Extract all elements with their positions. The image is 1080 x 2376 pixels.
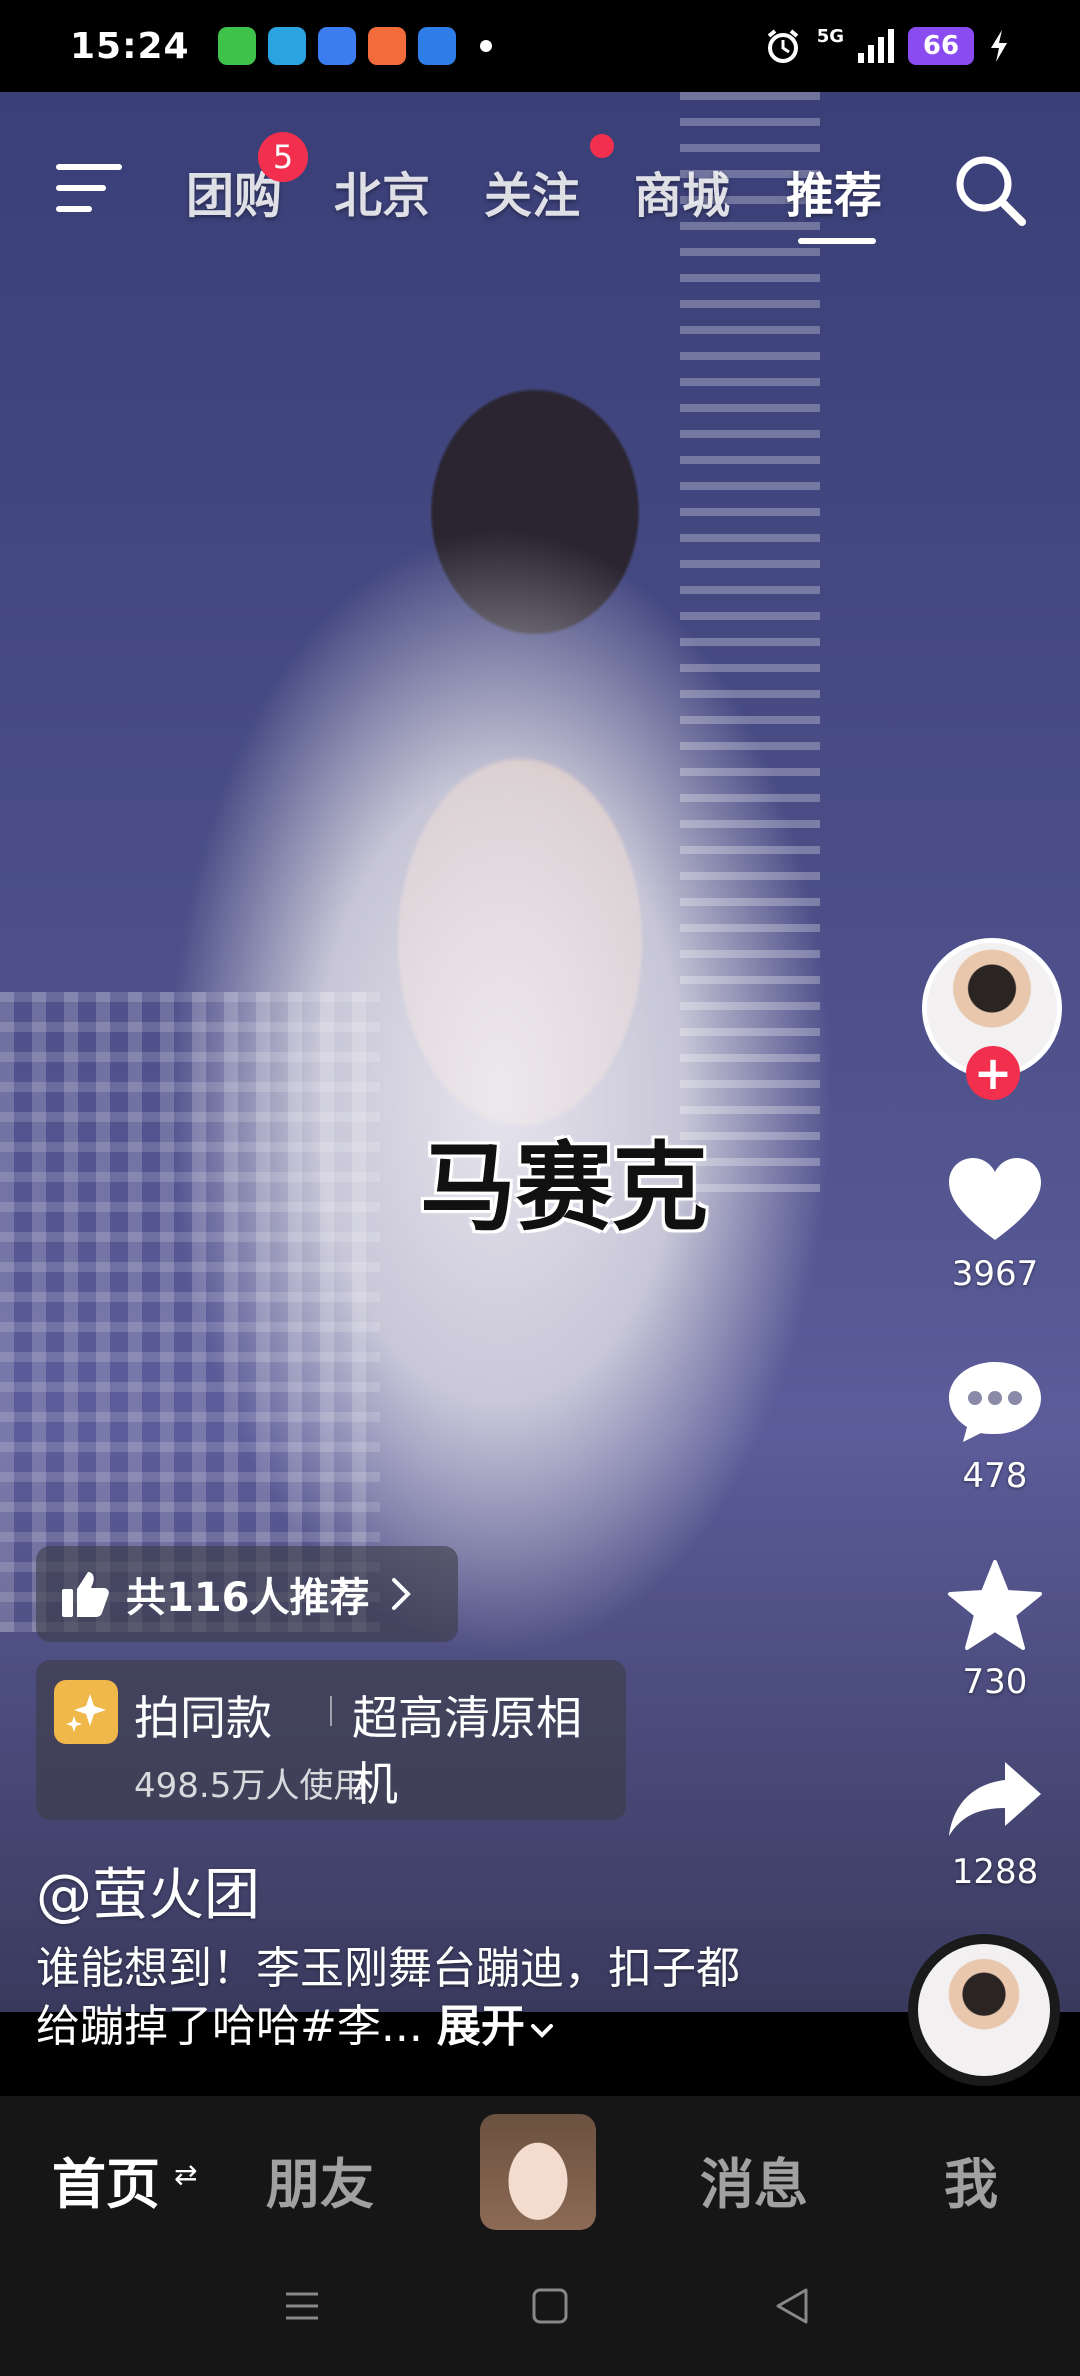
signal-icon xyxy=(858,29,894,63)
comment-action[interactable]: 478 xyxy=(930,1356,1060,1496)
status-bar: 15:24 5G 66 xyxy=(0,0,1080,92)
star-icon[interactable] xyxy=(945,1558,1045,1652)
tab-recommend[interactable]: 推荐 xyxy=(786,156,882,226)
status-indicators: 5G 66 xyxy=(763,26,1010,66)
chevron-right-icon xyxy=(391,1578,411,1610)
following-badge-dot xyxy=(590,134,614,158)
tab-beijing[interactable]: 北京 xyxy=(334,156,430,226)
tab-following[interactable]: 关注 xyxy=(484,156,580,226)
files-icon xyxy=(317,27,356,65)
bottom-tab-bar: 首页 ⇄ 朋友 消息 我 xyxy=(0,2096,1080,2246)
like-action[interactable]: 3967 xyxy=(930,1154,1060,1294)
comment-count: 478 xyxy=(962,1456,1028,1496)
center-avatar-button[interactable] xyxy=(480,2114,596,2230)
home-icon[interactable] xyxy=(530,2286,570,2326)
tab-messages[interactable]: 消息 xyxy=(700,2140,808,2219)
status-app-icons xyxy=(217,27,492,65)
background-building xyxy=(680,92,820,1192)
recommend-label: 共116人推荐 xyxy=(126,1575,370,1621)
telegram-icon xyxy=(267,27,306,65)
alarm-icon xyxy=(767,29,798,63)
template-card[interactable]: 拍同款 超高清原相机 498.5万人使用 xyxy=(36,1660,626,1820)
video-caption: 马赛克 xyxy=(420,1131,708,1244)
share-count: 1288 xyxy=(951,1852,1039,1892)
chevron-down-icon[interactable] xyxy=(529,2021,555,2041)
music-disc[interactable] xyxy=(918,1944,1050,2076)
share-icon[interactable] xyxy=(945,1756,1045,1842)
group-buy-badge: 5 xyxy=(258,132,308,182)
heart-icon[interactable] xyxy=(945,1154,1045,1244)
template-desc: 超高清原相机 xyxy=(352,1691,582,1811)
notification-dot-icon xyxy=(479,40,492,52)
share-action[interactable]: 1288 xyxy=(930,1756,1060,1892)
charging-icon xyxy=(991,30,1007,62)
favorite-count: 730 xyxy=(962,1662,1028,1702)
browser-icon xyxy=(417,27,456,65)
battery-indicator: 66 xyxy=(908,27,974,65)
status-time: 15:24 xyxy=(70,25,190,67)
weibo-icon xyxy=(367,27,406,65)
tab-me[interactable]: 我 xyxy=(944,2140,998,2219)
recommend-pill[interactable]: 共116人推荐 xyxy=(36,1546,458,1642)
network-type: 5G xyxy=(816,25,844,47)
tab-home[interactable]: 首页 xyxy=(52,2140,160,2219)
wechat-icon xyxy=(217,27,256,65)
tab-friends[interactable]: 朋友 xyxy=(266,2140,374,2219)
post-description-text: 谁能想到！李玉刚舞台蹦迪，扣子都给蹦掉了哈哈#李... xyxy=(36,1943,740,2052)
thumbs-up-icon xyxy=(62,1572,109,1617)
expand-label[interactable]: 展开 xyxy=(437,2001,525,2052)
template-name: 拍同款 xyxy=(134,1691,272,1745)
author-name[interactable]: @萤火团 xyxy=(36,1850,260,1931)
favorite-action[interactable]: 730 xyxy=(930,1558,1060,1702)
like-count: 3967 xyxy=(951,1254,1039,1294)
search-icon[interactable] xyxy=(952,152,1028,228)
active-tab-indicator xyxy=(798,238,876,244)
template-usage: 498.5万人使用 xyxy=(134,1766,368,1806)
tab-mall[interactable]: 商城 xyxy=(634,156,730,226)
background-screen-pattern xyxy=(0,992,380,1632)
recents-icon[interactable] xyxy=(282,2286,322,2326)
post-description: 谁能想到！李玉刚舞台蹦迪，扣子都给蹦掉了哈哈#李... 展开 xyxy=(36,1940,756,2056)
top-nav: 团购 5 北京 关注 商城 推荐 xyxy=(0,120,1080,250)
expand-link[interactable]: 展开 xyxy=(437,2001,555,2052)
sparkle-icon xyxy=(54,1680,118,1744)
back-icon[interactable] xyxy=(772,2286,812,2326)
system-nav-bar xyxy=(0,2246,1080,2376)
swap-icon[interactable]: ⇄ xyxy=(174,2158,197,2191)
menu-icon[interactable] xyxy=(54,160,124,216)
follow-button[interactable]: + xyxy=(966,1046,1020,1100)
comment-icon[interactable] xyxy=(945,1356,1045,1446)
template-divider xyxy=(330,1696,332,1726)
